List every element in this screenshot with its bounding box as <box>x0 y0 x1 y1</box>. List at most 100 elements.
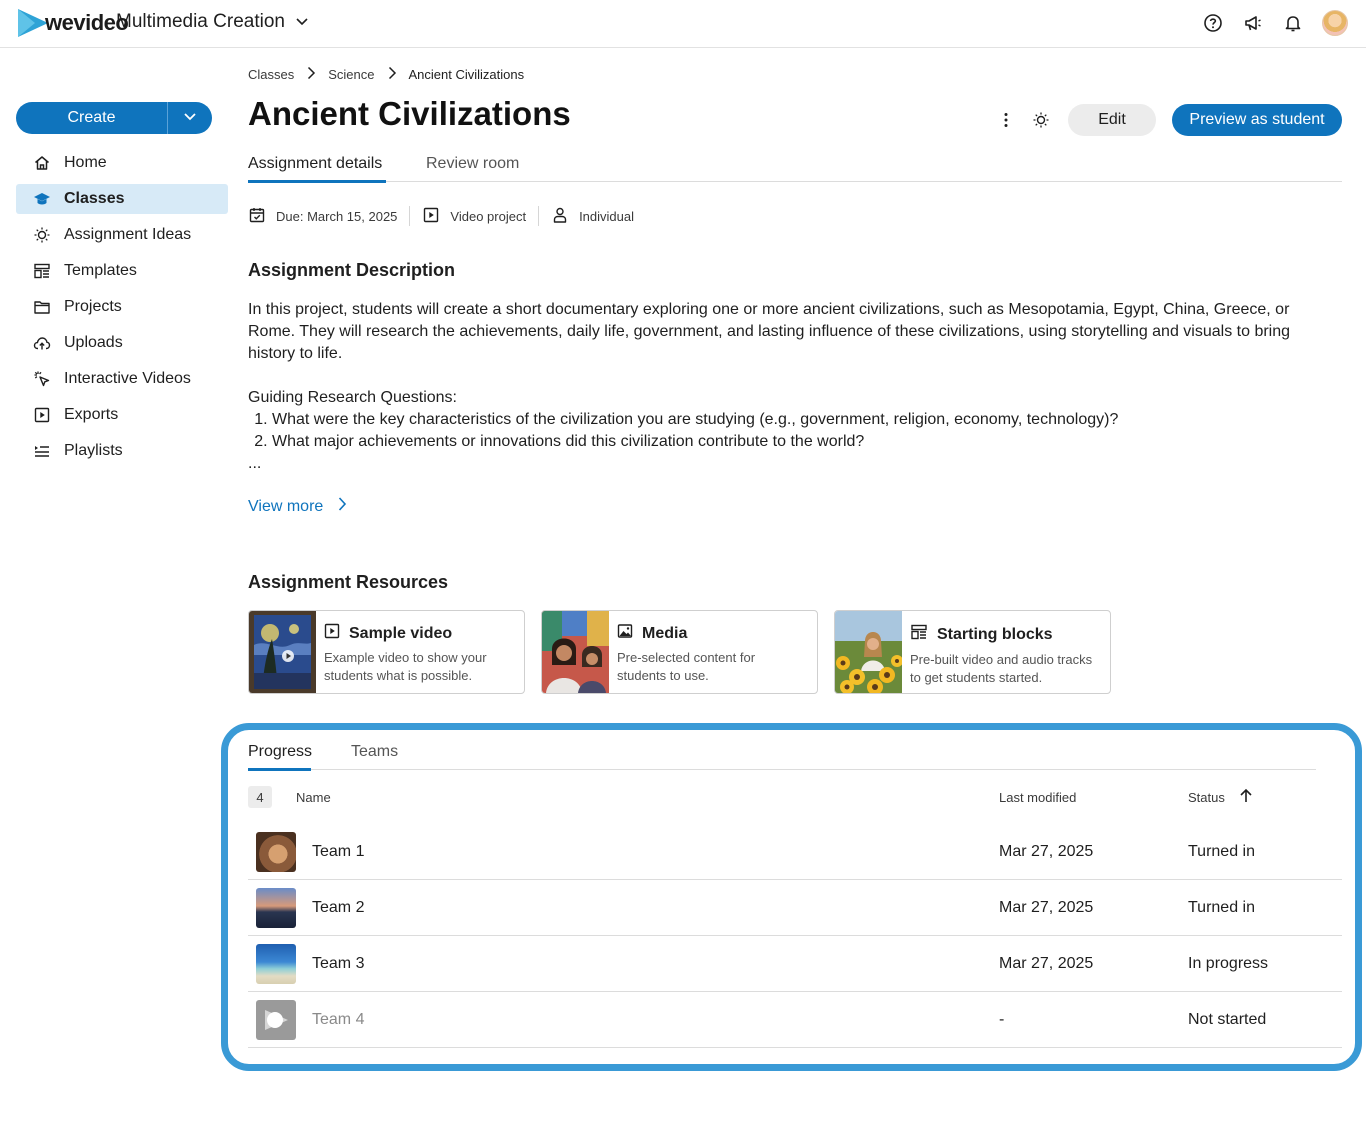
list-item: What were the key characteristics of the… <box>272 409 1338 431</box>
media-thumbnail <box>542 611 609 693</box>
wevideo-logo[interactable]: wevideo <box>15 7 129 39</box>
lightbulb-icon[interactable] <box>1030 105 1052 135</box>
view-more-label: View more <box>248 497 324 515</box>
resource-title: Sample video <box>349 624 453 642</box>
video-icon <box>324 623 340 644</box>
table-row[interactable]: Team 2 Mar 27, 2025 Turned in <box>248 880 1342 936</box>
resource-card-starting-blocks[interactable]: Starting blocks Pre-built video and audi… <box>834 610 1111 694</box>
sidebar-item-label: Home <box>64 154 107 171</box>
more-options-icon[interactable] <box>996 105 1016 135</box>
lightbulb-icon <box>33 226 51 244</box>
column-header-status[interactable]: Status <box>1188 788 1253 807</box>
workspace-switcher[interactable]: Multimedia Creation <box>116 11 309 33</box>
person-icon <box>551 206 569 227</box>
column-header-last-modified[interactable]: Last modified <box>999 790 1076 805</box>
resource-description: Pre-built video and audio tracks to get … <box>910 652 1093 685</box>
table-header: 4 Name Last modified Status <box>248 786 1342 808</box>
workspace-name: Multimedia Creation <box>116 11 285 32</box>
table-row[interactable]: Team 4 - Not started <box>248 992 1342 1048</box>
create-button[interactable]: Create <box>16 102 168 134</box>
assignment-description: In this project, students will create a … <box>248 299 1338 475</box>
top-bar: wevideo Multimedia Creation <box>0 0 1366 48</box>
tab-assignment-details[interactable]: Assignment details <box>248 155 382 173</box>
sort-ascending-icon <box>1239 788 1253 807</box>
progress-tabs: Progress Teams <box>248 743 1316 771</box>
sidebar-item-assignment-ideas[interactable]: Assignment Ideas <box>16 220 228 250</box>
sidebar-item-uploads[interactable]: Uploads <box>16 328 228 358</box>
resource-title: Media <box>642 624 688 642</box>
logo-text: wevideo <box>45 10 129 35</box>
team-count-badge: 4 <box>248 786 272 808</box>
list-item: What major achievements or innovations d… <box>272 431 1338 453</box>
sidebar-item-templates[interactable]: Templates <box>16 256 228 286</box>
status-text: In progress <box>1188 955 1269 972</box>
status-text: Not started <box>1188 1011 1267 1028</box>
breadcrumb-classes[interactable]: Classes <box>248 67 294 82</box>
team-name: Team 4 <box>312 1011 365 1028</box>
video-project-icon <box>422 206 440 227</box>
user-avatar[interactable] <box>1322 10 1348 36</box>
assignment-resources-heading: Assignment Resources <box>248 572 449 592</box>
megaphone-icon[interactable] <box>1242 12 1264 34</box>
sidebar-item-home[interactable]: Home <box>16 148 228 178</box>
questions-heading: Guiding Research Questions: <box>248 389 457 406</box>
resource-card-sample-video[interactable]: Sample video Example video to show your … <box>248 610 525 694</box>
due-date-text: Due: March 15, 2025 <box>276 208 398 224</box>
wevideo-placeholder-icon <box>265 1010 288 1030</box>
due-date: Due: March 15, 2025 <box>248 206 409 226</box>
sidebar-item-projects[interactable]: Projects <box>16 292 228 322</box>
sidebar-item-label: Exports <box>64 406 119 423</box>
chevron-down-icon <box>183 109 197 127</box>
sidebar-item-label: Classes <box>64 190 125 207</box>
breadcrumb-science[interactable]: Science <box>328 67 374 82</box>
sidebar-item-exports[interactable]: Exports <box>16 400 228 430</box>
resource-cards: Sample video Example video to show your … <box>248 610 1111 694</box>
team-thumbnail <box>256 832 296 872</box>
help-icon[interactable] <box>1202 12 1224 34</box>
preview-as-student-button[interactable]: Preview as student <box>1172 104 1342 136</box>
folder-icon <box>33 298 51 316</box>
tab-review-room[interactable]: Review room <box>426 155 519 173</box>
team-name: Team 2 <box>312 899 365 916</box>
work-mode: Individual <box>538 206 646 226</box>
table-row[interactable]: Team 3 Mar 27, 2025 In progress <box>248 936 1342 992</box>
sidebar-item-interactive-videos[interactable]: Interactive Videos <box>16 364 228 394</box>
column-header-name[interactable]: Name <box>296 790 331 805</box>
tab-progress[interactable]: Progress <box>248 743 312 761</box>
team-name: Team 3 <box>312 955 365 972</box>
sample-video-thumbnail <box>249 611 316 693</box>
sidebar-item-classes[interactable]: Classes <box>16 184 228 214</box>
status-header-label: Status <box>1188 790 1225 805</box>
table-row[interactable]: Team 1 Mar 27, 2025 Turned in <box>248 824 1342 880</box>
sidebar-item-label: Playlists <box>64 442 123 459</box>
resource-card-media[interactable]: Media Pre-selected content for students … <box>541 610 818 694</box>
bell-icon[interactable] <box>1282 12 1304 34</box>
last-modified: Mar 27, 2025 <box>999 843 1094 860</box>
active-tab-indicator <box>248 180 386 183</box>
create-dropdown-button[interactable] <box>168 102 212 134</box>
sidebar-item-playlists[interactable]: Playlists <box>16 436 228 466</box>
sidebar-item-label: Interactive Videos <box>64 370 191 387</box>
description-paragraph: In this project, students will create a … <box>248 301 1291 362</box>
view-more-link[interactable]: View more <box>248 496 347 517</box>
status-text: Turned in <box>1188 843 1255 860</box>
tab-teams[interactable]: Teams <box>351 743 398 761</box>
graduation-cap-icon <box>33 190 51 208</box>
create-split-button: Create <box>16 102 212 134</box>
project-type-text: Video project <box>450 208 527 224</box>
page-title: Ancient Civilizations <box>248 95 571 132</box>
edit-button[interactable]: Edit <box>1068 104 1156 136</box>
last-modified: Mar 27, 2025 <box>999 955 1094 972</box>
chevron-right-icon <box>337 496 347 517</box>
team-thumbnail <box>256 888 296 928</box>
status-text: Turned in <box>1188 899 1255 916</box>
resource-title: Starting blocks <box>937 625 1053 643</box>
chevron-down-icon <box>295 11 309 33</box>
home-icon <box>33 154 51 172</box>
team-thumbnail-placeholder <box>256 1000 296 1040</box>
resource-description: Pre-selected content for students to use… <box>617 650 756 683</box>
sidebar-nav: Home Classes Assignment Ideas Templates … <box>16 148 228 472</box>
cloud-upload-icon <box>33 334 51 352</box>
assignment-tabs: Assignment details Review room <box>248 155 1342 183</box>
sidebar-item-label: Templates <box>64 262 137 279</box>
